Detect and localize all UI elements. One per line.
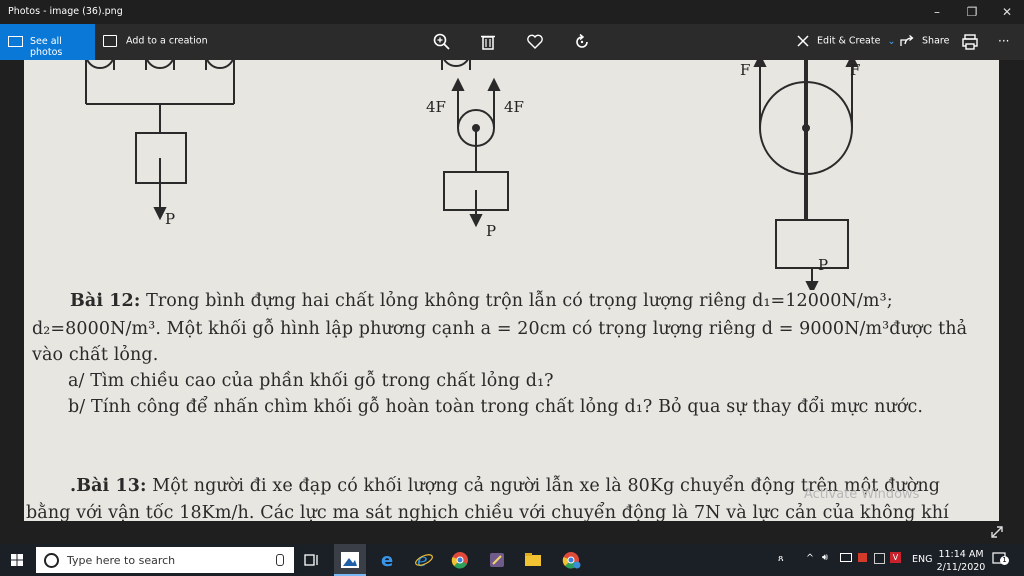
right-force-right-label: F (850, 61, 861, 79)
volume-icon[interactable]: 🔊︎ (822, 552, 828, 563)
notification-count: 1 (1000, 556, 1009, 565)
clock-date: 2/11/2020 (936, 562, 986, 573)
ie-icon[interactable]: e (414, 550, 434, 570)
action-center-button[interactable]: 1 (992, 552, 1009, 566)
middle-force-left-label: 4F (426, 98, 446, 116)
taskbar-photos-app[interactable] (334, 544, 366, 576)
edit-create-label: Edit & Create (817, 35, 881, 47)
edit-create-button[interactable]: Edit & Create ⌄ (796, 35, 895, 47)
title-bar: Photos - image (36).png – ❐ ✕ (0, 0, 1024, 24)
share-label: Share (922, 35, 950, 47)
left-pulley-system (85, 60, 235, 221)
taskbar: Type here to search e e ጸ ^ 🔊︎ V ENG 11:… (0, 544, 1024, 576)
see-all-photos-label: See all photos (30, 36, 63, 58)
problem-12-part-a: a/ Tìm chiều cao của phần khối gỗ trong … (68, 371, 554, 391)
zoom-icon[interactable] (432, 32, 452, 52)
creation-icon (103, 35, 117, 47)
task-view-icon[interactable] (302, 550, 322, 570)
see-all-photos-button[interactable]: See all photos (0, 24, 95, 60)
more-options-button[interactable]: ··· (998, 34, 1009, 48)
middle-weight-label: P (486, 222, 497, 240)
edge-icon[interactable]: e (378, 550, 398, 570)
viewer-margin-left (0, 60, 24, 521)
activation-watermark: Activate Windows (804, 487, 920, 502)
image-viewer[interactable]: P 4F 4F P F F P Bài 12: Trong bình đựng … (24, 60, 999, 521)
document-image: P 4F 4F P F F P Bài 12: Trong bình đựng … (24, 60, 999, 521)
clock-time: 11:14 AM (938, 549, 984, 560)
right-force-left-label: F (740, 61, 751, 79)
viewer-margin-right (999, 60, 1024, 521)
left-weight-label: P (165, 210, 176, 228)
add-to-creation-label: Add to a creation (126, 35, 208, 47)
close-button[interactable]: ✕ (990, 0, 1024, 24)
minimize-button[interactable]: – (920, 0, 954, 24)
middle-pulley-system (441, 60, 509, 228)
svg-text:e: e (417, 550, 428, 570)
window-title: Photos - image (36).png (8, 6, 123, 17)
svg-text:e: e (381, 550, 393, 570)
photos-app-icon (341, 552, 359, 568)
fullscreen-icon[interactable] (990, 525, 1004, 539)
taskbar-search[interactable]: Type here to search (36, 547, 294, 573)
middle-force-right-label: 4F (504, 98, 524, 116)
delete-icon[interactable] (478, 32, 498, 52)
file-explorer-icon[interactable] (523, 550, 543, 570)
rotate-icon[interactable] (572, 32, 592, 52)
edit-create-icon (797, 35, 809, 47)
microphone-icon[interactable] (276, 554, 284, 566)
add-to-creation-button[interactable]: Add to a creation (103, 35, 208, 47)
favorite-icon[interactable] (525, 32, 545, 52)
chevron-down-icon: ⌄ (887, 35, 896, 47)
print-icon[interactable] (960, 32, 980, 52)
paint-icon[interactable] (487, 550, 507, 570)
share-icon (900, 35, 914, 46)
chrome-icon[interactable] (450, 550, 470, 570)
restore-button[interactable]: ❐ (955, 0, 989, 24)
problem-12-line-3: vào chất lỏng. (32, 345, 159, 365)
app-tray-icon[interactable] (858, 553, 867, 562)
right-pulley-system (753, 60, 859, 290)
language-indicator[interactable]: ENG (912, 554, 932, 565)
problem-12-part-b: b/ Tính công để nhấn chìm khối gỗ hoàn t… (68, 397, 924, 417)
windows-logo-icon (11, 554, 23, 566)
clock[interactable]: 11:14 AM 2/11/2020 (936, 548, 986, 574)
share-button[interactable]: Share (900, 35, 949, 47)
show-hidden-icons[interactable]: ^ (806, 553, 814, 564)
app-toolbar: See all photos Add to a creation Edit & … (0, 24, 1024, 60)
start-button[interactable] (0, 544, 34, 576)
problem-12-line-2: d₂=8000N/m³. Một khối gỗ hình lập phương… (32, 319, 968, 339)
network-icon[interactable] (874, 553, 885, 564)
system-tray: ጸ ^ 🔊︎ V ENG (776, 544, 936, 576)
people-icon[interactable]: ጸ (778, 553, 784, 564)
search-placeholder: Type here to search (67, 554, 176, 567)
problem-13-heading: .Bài 13: (70, 476, 147, 496)
problem-12-text-1: Trong bình đựng hai chất lỏng không trộn… (146, 291, 893, 311)
problem-12-line-1: Bài 12: Trong bình đựng hai chất lỏng kh… (70, 291, 893, 311)
viewer-bottom-strip (0, 521, 1024, 544)
search-icon (44, 553, 59, 568)
battery-icon[interactable] (840, 553, 852, 562)
problem-12-heading: Bài 12: (70, 291, 141, 311)
right-weight-label: P (818, 256, 829, 274)
photos-icon (8, 36, 23, 47)
pulley-diagrams (85, 60, 859, 290)
chrome-alt-icon[interactable] (561, 550, 581, 570)
vpn-icon[interactable]: V (890, 552, 901, 563)
problem-13-line-2: bằng với vận tốc 18Km/h. Các lực ma sát … (26, 503, 949, 521)
